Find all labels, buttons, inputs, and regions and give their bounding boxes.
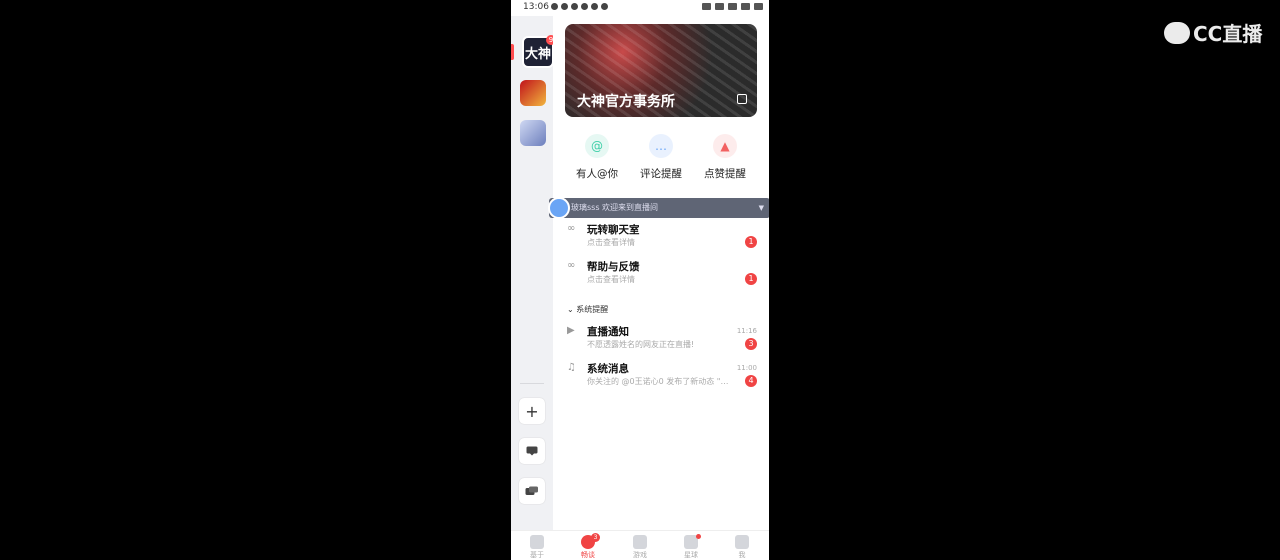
tab-planet[interactable]: 星球	[676, 534, 706, 560]
watermark-text: CC直播	[1193, 22, 1263, 46]
unread-badge: 1	[745, 236, 757, 248]
list-item-help[interactable]: ∞ 帮助与反馈 点击查看详情 1	[565, 259, 757, 291]
list-item-live-notice[interactable]: ▶ 直播通知 不愿透露姓名的网友正在直播! 11:16 3	[565, 324, 757, 356]
list-item-subtitle: 点击查看详情	[587, 238, 635, 247]
sidebar-divider	[520, 383, 544, 384]
tab-label: 我	[738, 551, 746, 559]
caret-down-icon: ▼	[758, 204, 764, 212]
quick-action-label: 有人@你	[576, 168, 618, 180]
game-tile-2[interactable]	[520, 80, 546, 106]
unread-badge: 3	[745, 338, 757, 350]
tab-chat[interactable]: 3 畅谈	[573, 533, 603, 560]
game-sidebar: 大神 9 +	[511, 16, 556, 530]
status-notification-icons	[551, 3, 608, 10]
tab-label: 游戏	[633, 551, 647, 559]
section-header-system[interactable]: ⌄ 系统提醒	[567, 304, 608, 315]
list-item-system-message[interactable]: ♫ 系统消息 你关注的 @0王诺心0 发布了新动态 "… 11:00 4	[565, 361, 757, 393]
main-panel: 大神官方事务所 @ 有人@你 … 评论提醒 ▲ 点赞提醒 ∞ 玩转聊天室 点击查…	[553, 16, 769, 530]
gamepad-icon	[633, 535, 647, 549]
banner-card[interactable]: 大神官方事务所	[565, 24, 757, 117]
chevron-down-icon: ⌄	[567, 305, 574, 314]
list-item-title: 帮助与反馈	[587, 261, 640, 273]
list-item-time: 11:00	[736, 364, 757, 372]
tab-label: 星球	[684, 551, 698, 559]
tab-badge: 3	[591, 533, 600, 542]
list-item-subtitle: 你关注的 @0王诺心0 发布了新动态 "…	[587, 377, 729, 386]
toast-text: 玻璃sss 欢迎来到直播间	[571, 203, 659, 212]
comment-icon: …	[649, 134, 673, 158]
quick-action-label: 评论提醒	[640, 168, 682, 180]
list-item-subtitle: 点击查看详情	[587, 275, 635, 284]
add-icon[interactable]: +	[519, 398, 545, 424]
quick-action-comments[interactable]: … 评论提醒	[629, 134, 693, 181]
banner-title: 大神官方事务所	[577, 94, 675, 110]
quick-action-mentions[interactable]: @ 有人@你	[565, 134, 629, 181]
link-icon: ∞	[567, 260, 576, 271]
game-tile-label: 大神	[524, 46, 551, 62]
link-icon: ∞	[567, 223, 576, 234]
quick-action-likes[interactable]: ▲ 点赞提醒	[693, 134, 757, 181]
status-bar: 13:06	[511, 0, 769, 16]
cc-live-watermark: CC直播	[1164, 18, 1262, 47]
bell-icon: ♫	[567, 362, 576, 373]
toast-avatar	[548, 197, 570, 219]
list-item-chatroom[interactable]: ∞ 玩转聊天室 点击查看详情 1	[565, 222, 757, 254]
list-item-time: 11:16	[736, 327, 757, 335]
bottom-tab-bar: 基于 3 畅谈 游戏 星球 我	[511, 530, 769, 560]
cc-logo-icon	[1164, 21, 1190, 44]
list-item-subtitle: 不愿透露姓名的网友正在直播!	[587, 340, 695, 349]
unread-badge: 1	[745, 273, 757, 285]
list-item-title: 玩转聊天室	[587, 224, 640, 236]
unread-badge: 4	[745, 375, 757, 387]
tab-games[interactable]: 游戏	[625, 535, 655, 560]
tab-label: 畅谈	[581, 551, 595, 559]
lock-icon	[737, 94, 747, 104]
entry-toast: 玻璃sss 欢迎来到直播间 ▼	[549, 198, 769, 218]
messages-icon[interactable]	[519, 478, 545, 504]
tab-dot	[696, 534, 701, 539]
chat-bubble-icon[interactable]	[519, 438, 545, 464]
status-time: 13:06	[523, 2, 549, 12]
play-icon: ▶	[567, 325, 575, 336]
quick-action-label: 点赞提醒	[704, 168, 746, 180]
phone-screen: 13:06 大神 9 + 大神官方事务所 @ 有人@你 … 评论提醒 ▲ 点赞提…	[511, 0, 769, 560]
status-system-icons	[702, 3, 763, 10]
tab-me[interactable]: 我	[727, 535, 757, 560]
home-icon	[530, 535, 544, 549]
tab-label: 基于	[530, 551, 544, 559]
active-indicator	[511, 44, 514, 60]
tab-home[interactable]: 基于	[522, 535, 552, 560]
profile-icon	[735, 535, 749, 549]
at-icon: @	[585, 134, 609, 158]
section-label: 系统提醒	[576, 305, 609, 314]
list-item-title: 直播通知	[587, 326, 629, 338]
game-tile-3[interactable]	[520, 120, 546, 146]
list-item-title: 系统消息	[587, 363, 629, 375]
thumb-up-icon: ▲	[713, 134, 737, 158]
